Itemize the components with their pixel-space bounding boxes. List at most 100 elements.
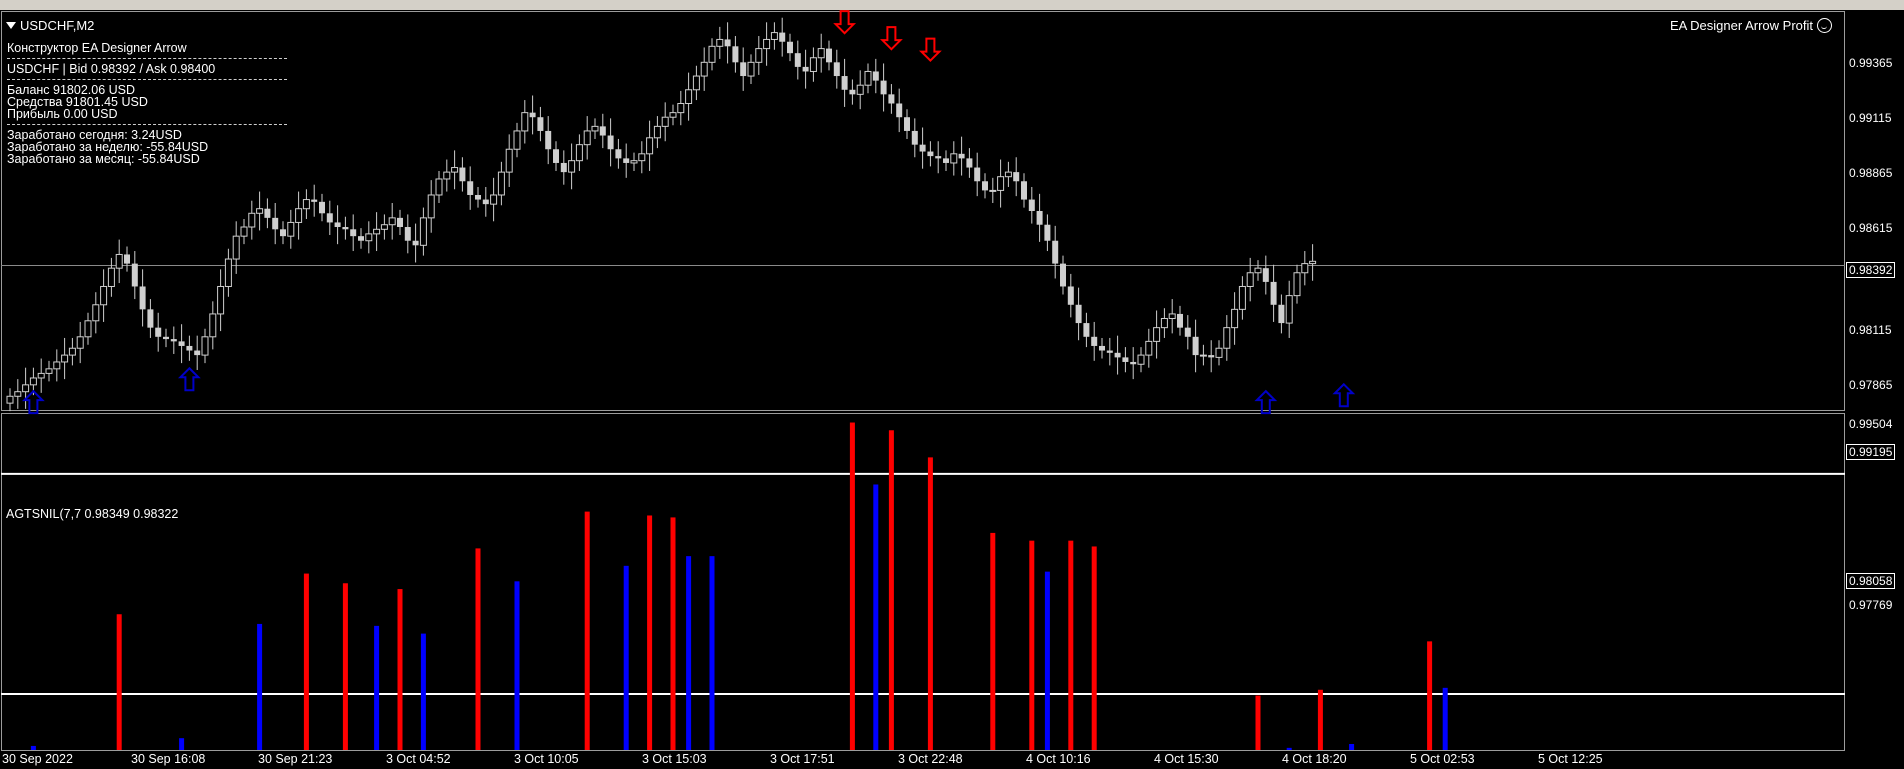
candle-body-bull: [115, 253, 123, 269]
candle-body-bull: [1238, 285, 1246, 310]
candle-body-bull: [380, 224, 388, 230]
histogram-bar-up: [1317, 689, 1323, 750]
candle-body-bull: [692, 75, 700, 91]
candle-body-bull: [770, 32, 778, 40]
chart-window[interactable]: USDCHF,M2 Конструктор EA Designer Arrow …: [0, 10, 1904, 769]
price-axis-label: 0.99115: [1849, 111, 1892, 125]
info-panel: Конструктор EA Designer Arrow USDCHF | B…: [7, 42, 287, 165]
candle-body-bull: [1215, 347, 1223, 358]
buy-arrow-icon: [177, 366, 201, 392]
candle-body-bull: [677, 102, 685, 114]
candle-body-bull: [708, 45, 716, 63]
candle-body-bull: [451, 167, 459, 173]
candle-body-bear: [280, 229, 286, 237]
price-axis-label: 0.98865: [1849, 166, 1893, 180]
candle-body-bull: [68, 347, 76, 356]
histogram-bar-up: [1068, 540, 1074, 750]
expert-advisor-label[interactable]: EA Designer Arrow Profit: [1670, 18, 1832, 33]
candle-body-bull: [107, 267, 115, 287]
time-axis-label: 3 Oct 04:52: [386, 752, 451, 766]
time-axis-label: 30 Sep 16:08: [131, 752, 206, 766]
time-axis[interactable]: 30 Sep 2022 30 Sep 16:08 30 Sep 21:23 3 …: [0, 750, 1845, 769]
sell-arrow-icon: [879, 26, 903, 51]
current-price-label: 0.98392: [1846, 262, 1896, 278]
dropdown-triangle-icon[interactable]: [6, 22, 16, 29]
candle-body-bear: [966, 158, 973, 168]
candle-body-bull: [217, 285, 225, 315]
candle-body-bear: [529, 112, 536, 118]
candle-body-bear: [264, 208, 271, 218]
top-toolbar-strip: [0, 0, 1904, 10]
candle-body-bull: [1223, 327, 1231, 349]
histogram-bar-down: [514, 581, 520, 750]
candle-body-bull: [92, 304, 100, 322]
candle-body-bear: [358, 236, 364, 241]
candle-body-bear: [841, 76, 848, 90]
candle-body-bull: [224, 258, 232, 287]
candle-body-bear: [1091, 336, 1098, 346]
candle-body-bull: [209, 313, 217, 338]
candle-body-bull: [864, 70, 872, 86]
candle-body-bull: [661, 116, 669, 127]
histogram-bar-down: [257, 623, 263, 750]
histogram-bar-up: [116, 614, 122, 750]
histogram-bar-up: [670, 517, 676, 750]
candle-body-bull: [1004, 171, 1012, 178]
candle-body-bear: [178, 341, 185, 346]
candle-body-bear: [1208, 355, 1215, 358]
candle-body-bull: [521, 112, 529, 132]
price-axis[interactable]: 0.99365 0.99115 0.98865 0.98615 0.98392 …: [1845, 10, 1904, 769]
candle-body-bull: [989, 189, 997, 192]
histogram-bar-down: [623, 565, 629, 750]
candle-body-bear: [1052, 240, 1059, 264]
info-profit: Прибыль 0.00 USD: [7, 107, 118, 121]
candle-body-bull: [591, 125, 599, 132]
candle-body-bear: [163, 336, 169, 340]
candle-body-bear: [1083, 323, 1090, 337]
candle-body-bull: [6, 395, 14, 404]
candle-body-bull: [37, 372, 45, 379]
candle-body-bear: [131, 263, 138, 287]
candle-body-bear: [1044, 224, 1051, 241]
buy-arrow-icon: [1254, 389, 1278, 415]
candle-body-bull: [100, 285, 108, 306]
candle-body-bull: [61, 354, 69, 363]
candle-body-bear: [194, 350, 201, 356]
candle-body-bear: [732, 46, 739, 63]
candle-body-bull: [763, 38, 771, 50]
candle-body-bull: [232, 235, 240, 260]
candle-body-bull: [856, 84, 864, 95]
candle-body-bull: [22, 384, 30, 393]
candle-body-bear: [1114, 352, 1121, 358]
chart-window-title[interactable]: USDCHF,M2: [6, 18, 94, 33]
candle-body-bull: [295, 208, 303, 223]
histogram-bar-up: [584, 511, 590, 750]
histogram-bar-up: [1427, 641, 1433, 750]
info-separator: [7, 58, 287, 59]
price-axis-label: 0.98115: [1849, 323, 1892, 337]
candle-body-bull: [646, 137, 654, 155]
candle-body-bear: [1278, 304, 1285, 324]
candle-body-bear: [623, 158, 630, 163]
histogram-bar-up: [1255, 695, 1261, 750]
candle-body-bear: [794, 53, 801, 67]
candle-body-bear: [943, 158, 949, 163]
candle-body-bear: [482, 199, 489, 205]
ea-name-text: EA Designer Arrow Profit: [1669, 18, 1813, 33]
time-axis-label: 3 Oct 15:03: [642, 752, 707, 766]
candle-body-bull: [583, 130, 591, 146]
candle-body-bull: [700, 61, 708, 77]
candle-body-bull: [435, 178, 443, 196]
info-earned-month: Заработано за месяц: -55.84USD: [7, 152, 200, 166]
candle-body-bear: [896, 103, 903, 118]
info-title: Конструктор EA Designer Arrow: [7, 41, 187, 55]
time-axis-label: 4 Oct 15:30: [1154, 752, 1219, 766]
smiley-icon[interactable]: [1817, 18, 1832, 33]
candle-body-bear: [872, 71, 879, 81]
candle-body-bull: [1199, 354, 1207, 357]
candle-body-bull: [630, 160, 638, 164]
histogram-bar-down: [709, 556, 715, 750]
candle-body-bear: [139, 286, 146, 310]
candle-body-bull: [669, 112, 677, 118]
candle-body-bear: [1177, 313, 1183, 328]
